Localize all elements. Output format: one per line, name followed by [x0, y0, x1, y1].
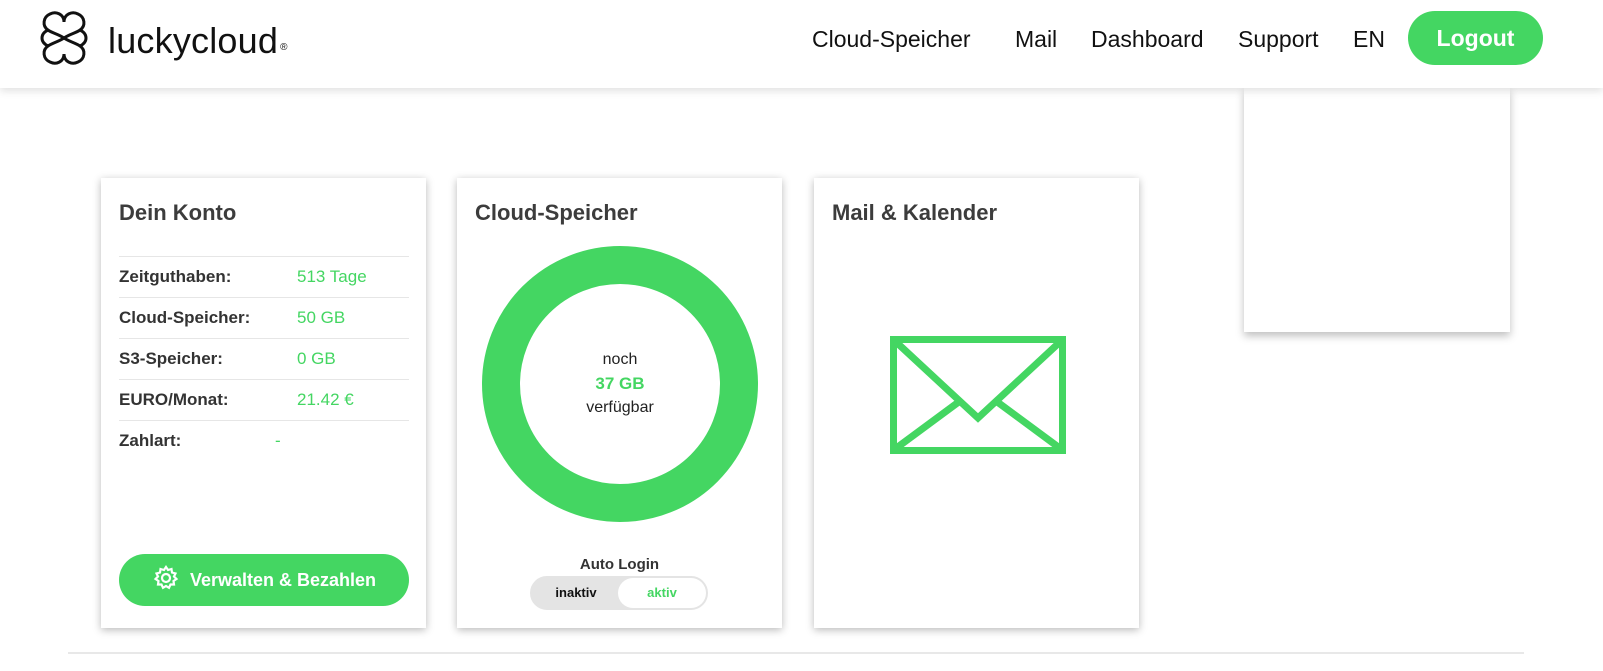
toggle-option-aktiv[interactable]: aktiv: [618, 578, 706, 608]
nav-support[interactable]: Support: [1238, 26, 1319, 53]
account-card: Dein Konto Zeitguthaben: 513 Tage Cloud-…: [101, 178, 426, 628]
gear-icon: [152, 564, 180, 597]
account-row-label: Zeitguthaben:: [119, 267, 232, 286]
account-row-label: Zahlart:: [119, 431, 182, 450]
account-row-zahlart: Zahlart: -: [119, 421, 409, 461]
logout-button[interactable]: Logout: [1408, 11, 1543, 65]
account-details-table: Zeitguthaben: 513 Tage Cloud-Speicher: 5…: [119, 256, 409, 461]
mail-calendar-card-title: Mail & Kalender: [832, 200, 998, 225]
account-row-value: 513 Tage: [297, 267, 367, 286]
mail-calendar-card[interactable]: Mail & Kalender: [814, 178, 1139, 628]
nav-language-en[interactable]: EN: [1353, 26, 1385, 53]
account-row-label: Cloud-Speicher:: [119, 308, 251, 327]
manage-and-pay-button[interactable]: Verwalten & Bezahlen: [119, 554, 409, 606]
account-row-euro-monat: EURO/Monat: 21.42 €: [119, 380, 409, 421]
account-row-value: 50 GB: [297, 308, 346, 327]
toggle-option-inaktiv[interactable]: inaktiv: [532, 578, 620, 608]
manage-and-pay-label: Verwalten & Bezahlen: [189, 569, 377, 590]
account-row-value: -: [275, 431, 281, 450]
account-row-value: 0 GB: [297, 349, 336, 368]
nav-dashboard[interactable]: Dashboard: [1091, 26, 1204, 53]
account-row-zeitguthaben: Zeitguthaben: 513 Tage: [119, 257, 409, 298]
brand-name: luckycloud: [108, 19, 279, 61]
top-header: luckycloud ® Cloud-Speicher Mail Dashboa…: [0, 0, 1603, 88]
account-row-value: 21.42 €: [297, 390, 354, 409]
account-row-label: S3-Speicher:: [119, 349, 223, 368]
nav-cloud-speicher[interactable]: Cloud-Speicher: [812, 26, 971, 53]
donut-prefix: noch: [602, 351, 638, 368]
footer-divider: [68, 652, 1524, 654]
auto-login-label: Auto Login: [579, 556, 660, 573]
cloud-storage-card: Cloud-Speicher noch 37 GB verfügbar Auto…: [457, 178, 782, 628]
auto-login-toggle[interactable]: inaktiv aktiv: [530, 576, 708, 610]
donut-suffix: verfügbar: [586, 399, 654, 416]
account-row-label: EURO/Monat:: [119, 390, 229, 409]
logo-icon: [34, 8, 94, 73]
cloud-storage-card-title: Cloud-Speicher: [475, 200, 638, 225]
dropdown-panel: [1244, 88, 1510, 332]
brand-registered-mark: ®: [280, 42, 288, 53]
nav-mail[interactable]: Mail: [1015, 26, 1057, 53]
account-row-s3-speicher: S3-Speicher: 0 GB: [119, 339, 409, 380]
storage-donut-text: noch 37 GB verfügbar: [482, 246, 758, 522]
account-row-cloud-speicher: Cloud-Speicher: 50 GB: [119, 298, 409, 339]
account-card-title: Dein Konto: [119, 200, 237, 225]
brand-logo[interactable]: luckycloud ®: [34, 8, 287, 73]
donut-available-amount: 37 GB: [595, 374, 645, 393]
